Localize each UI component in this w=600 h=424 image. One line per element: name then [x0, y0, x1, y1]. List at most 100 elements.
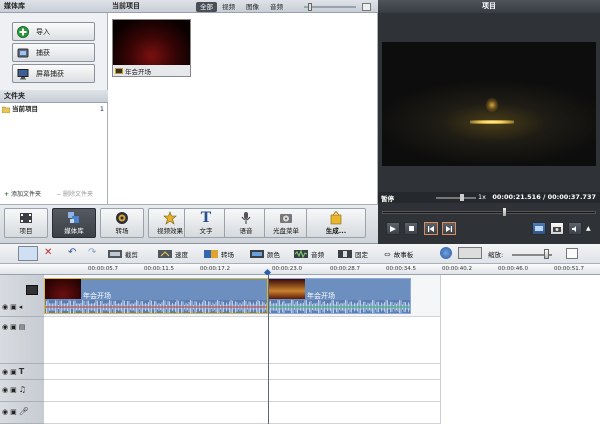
overlay-icon[interactable]: ▤	[19, 323, 26, 331]
preview-title: 项目	[378, 0, 600, 13]
eye-icon[interactable]: ◉	[2, 323, 8, 331]
timeline-clip[interactable]: 年会开场	[44, 278, 268, 314]
delete-button[interactable]: ✕	[44, 247, 52, 258]
trim-button[interactable]: 截剪	[108, 248, 138, 260]
monitor-dropdown[interactable]	[458, 247, 482, 259]
zoom-label-wrap: 缩放:	[488, 248, 503, 260]
toolbar-media-library-button[interactable]: 媒体库	[52, 208, 96, 238]
progress-handle[interactable]	[502, 207, 507, 217]
add-icon: +	[4, 191, 10, 198]
color-button[interactable]: 颜色	[250, 248, 280, 260]
snapshot-button[interactable]	[550, 222, 564, 235]
clip-thumb	[269, 279, 305, 299]
undo-button[interactable]: ↶	[68, 247, 76, 258]
eye-icon[interactable]: ◉	[2, 368, 8, 376]
lock-icon[interactable]: ▣	[10, 408, 17, 416]
stop-icon	[408, 226, 414, 231]
storyboard-icon: ⇔	[384, 249, 391, 259]
toolbar-voice-button[interactable]: 语音	[224, 208, 268, 238]
color-icon	[250, 250, 264, 258]
import-button[interactable]: 导入	[12, 22, 95, 41]
next-frame-button[interactable]	[442, 222, 456, 235]
speed-button[interactable]: 速度	[158, 248, 188, 260]
current-project-panel: 当前项目 全部 视频 图像 音频 年会开场	[108, 0, 378, 204]
narration-button[interactable]	[440, 247, 452, 259]
tab-audio[interactable]: 音频	[266, 2, 287, 12]
speed-slider[interactable]	[436, 197, 476, 199]
ruler-mark: 00:00:23.0	[272, 266, 302, 272]
video-track-header: ◉ ▣ ◂	[0, 275, 44, 317]
progress-track[interactable]	[382, 211, 596, 214]
media-library-icon	[67, 211, 81, 225]
timeline-empty-area	[440, 275, 600, 424]
speaker-track-icon[interactable]: ◂	[19, 303, 23, 311]
lock-icon[interactable]: ▣	[10, 386, 17, 394]
eye-icon[interactable]: ◉	[2, 303, 8, 311]
lock-icon[interactable]: ▣	[10, 303, 17, 311]
microphone-icon	[239, 211, 253, 225]
tab-all[interactable]: 全部	[196, 2, 217, 12]
play-button[interactable]	[386, 222, 400, 235]
time-display: 00:00:21.516 / 00:00:37.737	[492, 193, 596, 201]
eye-icon[interactable]: ◉	[2, 386, 8, 394]
toolbar-video-effects-label: 视频效果	[157, 227, 183, 235]
lock-icon[interactable]: ▣	[10, 368, 17, 376]
produce-icon	[329, 211, 343, 225]
screen-capture-button[interactable]: 屏幕捕获	[12, 64, 95, 83]
playback-status: 暂停	[381, 194, 394, 203]
toolbar-produce-button[interactable]: 生成...	[306, 208, 366, 238]
monitor-view-icon	[535, 225, 543, 232]
slider-handle[interactable]	[308, 3, 312, 11]
audio-waveform	[45, 300, 267, 313]
view-toggle-button[interactable]	[362, 3, 371, 11]
delete-folder-button[interactable]: − 删除文件夹	[56, 189, 93, 200]
toolbar-text-button[interactable]: T 文字	[184, 208, 228, 238]
stabilize-icon	[338, 250, 352, 258]
minus-icon: −	[56, 191, 62, 198]
prev-frame-button[interactable]	[424, 222, 438, 235]
voice-track	[44, 402, 440, 424]
lock-icon[interactable]: ▣	[10, 323, 17, 331]
fit-timeline-button[interactable]	[566, 248, 578, 259]
monitor-icon	[17, 68, 29, 80]
toolbar-text-label: 文字	[199, 227, 213, 235]
add-folder-label: 添加文件夹	[11, 191, 42, 198]
zoom-label: 缩放:	[488, 251, 504, 259]
speed-handle[interactable]	[460, 194, 464, 201]
toolbar-transition-button[interactable]: 转场	[100, 208, 144, 238]
text-track-icon: T	[18, 367, 25, 376]
zoom-handle[interactable]	[544, 249, 549, 259]
volume-arrow[interactable]: ▲	[586, 225, 591, 232]
toolbar-disc-menu-button[interactable]: 光盘菜单	[264, 208, 308, 238]
folder-item[interactable]: 当前项目 1	[2, 104, 106, 114]
storyboard-button[interactable]: ⇔ 故事板	[384, 248, 413, 260]
screen-capture-label: 屏幕捕获	[36, 69, 64, 78]
volume-button[interactable]	[568, 222, 582, 235]
timeline-clip[interactable]: 年会开场	[268, 278, 412, 314]
transition-edit-icon	[204, 250, 218, 258]
stop-button[interactable]	[404, 222, 418, 235]
monitor-button[interactable]	[532, 222, 546, 235]
voice-track-header: ◉ ▣ 🎤︎	[0, 402, 44, 424]
tab-image[interactable]: 图像	[242, 2, 263, 12]
capture-label: 捕获	[36, 48, 50, 57]
disc-menu-icon	[279, 211, 293, 225]
stabilize-button[interactable]: 固定	[338, 248, 368, 260]
audio-icon	[294, 250, 308, 258]
redo-button[interactable]: ↷	[88, 247, 96, 258]
add-folder-button[interactable]: + 添加文件夹	[4, 189, 41, 200]
tab-video[interactable]: 视频	[218, 2, 239, 12]
media-clip-card[interactable]: 年会开场	[112, 19, 191, 77]
media-library-panel: 媒体库 导入 捕获 屏幕捕获	[0, 0, 108, 90]
transition-edit-button[interactable]: 转场	[204, 248, 234, 260]
toolbar-project-button[interactable]: 项目	[4, 208, 48, 238]
ruler-mark: 00:00:34.5	[386, 266, 416, 272]
playhead-line[interactable]	[268, 275, 269, 424]
overlay-track	[44, 317, 440, 364]
audio-button[interactable]: 音频	[294, 248, 324, 260]
eye-icon[interactable]: ◉	[2, 408, 8, 416]
capture-button[interactable]: 捕获	[12, 43, 95, 62]
storyboard-view-button[interactable]	[18, 246, 38, 261]
overlay-track-controls: ◉ ▣ ▤	[2, 323, 25, 331]
voice-track-controls: ◉ ▣ 🎤︎	[2, 407, 29, 416]
